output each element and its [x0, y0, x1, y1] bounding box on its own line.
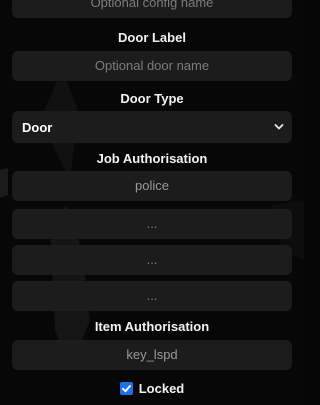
chevron-down-icon [274, 123, 284, 131]
door-type-selected-value: Door [22, 119, 53, 135]
checkmark-icon [121, 385, 131, 393]
job-authorisation-input-3[interactable] [12, 245, 292, 275]
door-type-heading: Door Type [120, 91, 184, 106]
job-authorisation-input-2[interactable] [12, 209, 292, 239]
locked-checkbox[interactable] [119, 382, 133, 395]
door-type-select[interactable]: Door [12, 111, 292, 143]
locked-label: Locked [138, 381, 185, 396]
door-label-heading: Door Label [118, 30, 186, 45]
item-authorisation-heading: Item Authorisation [94, 319, 210, 334]
job-authorisation-input-1[interactable] [12, 171, 292, 201]
door-name-input[interactable] [12, 51, 292, 81]
job-authorisation-input-4[interactable] [12, 281, 292, 311]
door-config-panel: Door Label Door Type Door Job Authorisat… [0, 0, 304, 405]
locked-row: Locked [0, 380, 304, 397]
job-authorisation-heading: Job Authorisation [96, 151, 208, 166]
item-authorisation-input[interactable] [12, 340, 292, 370]
config-name-input[interactable] [12, 0, 292, 18]
